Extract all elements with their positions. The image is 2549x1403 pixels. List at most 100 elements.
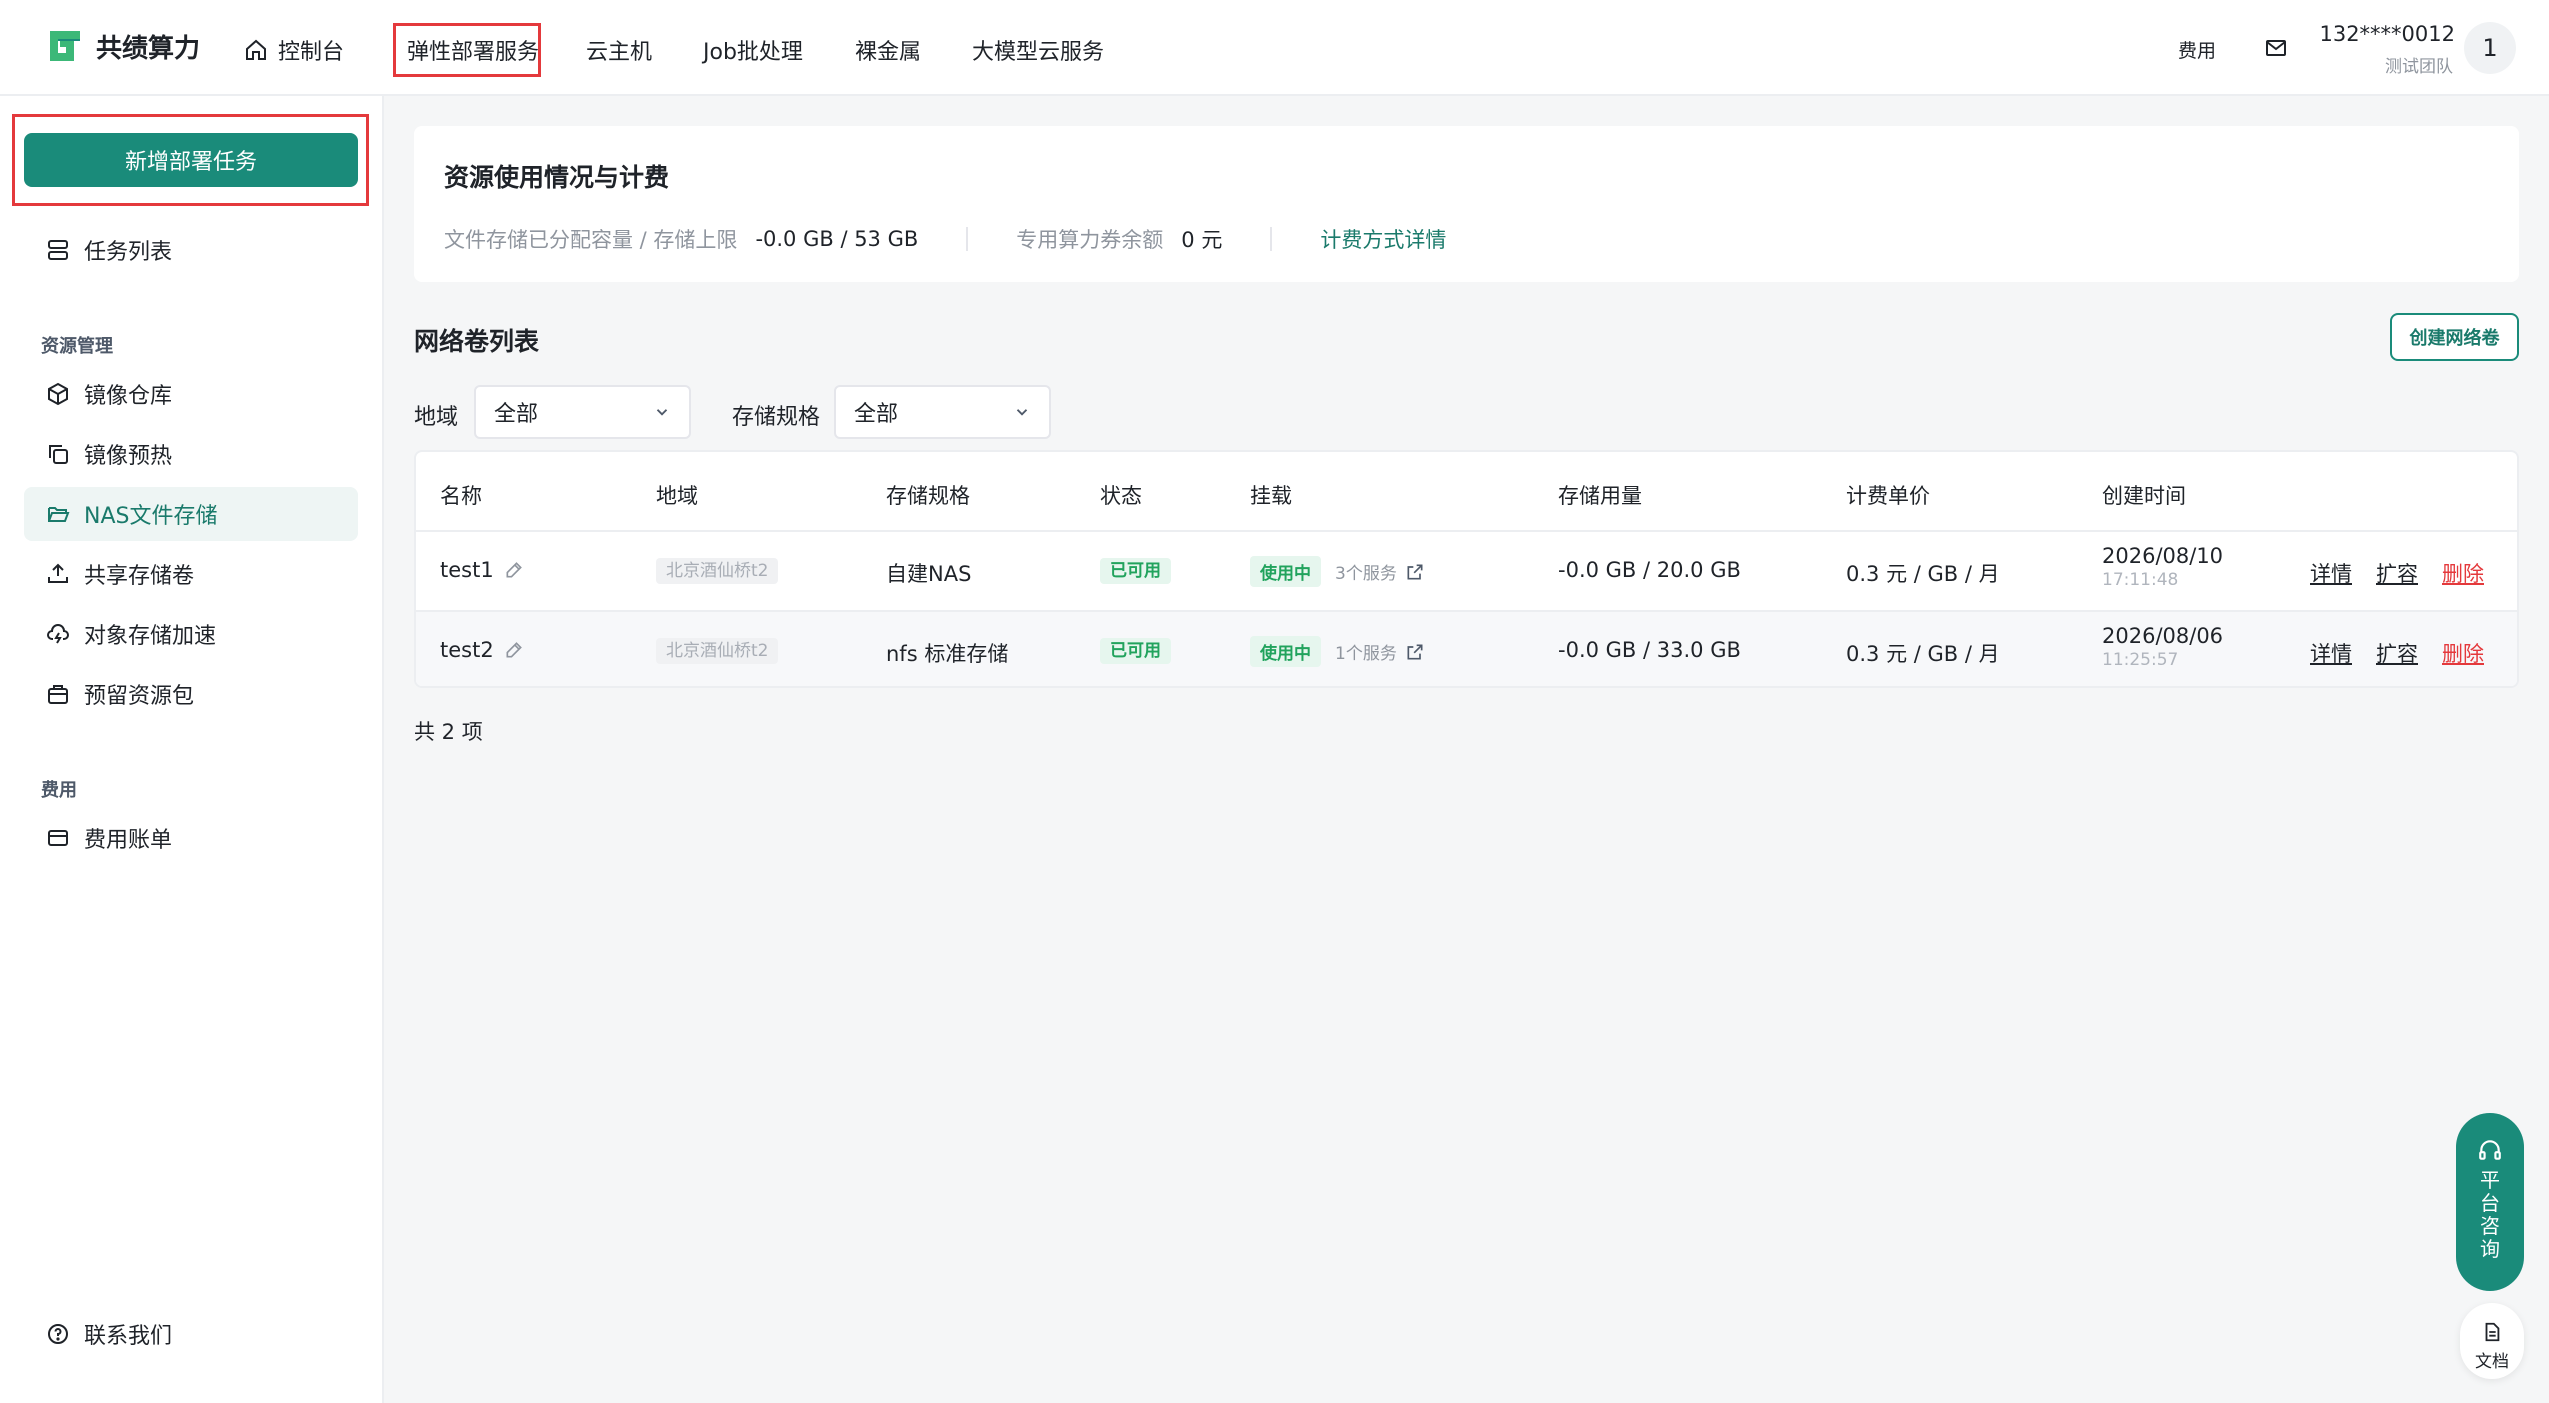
sidebar-item-nas-storage[interactable]: NAS文件存储 — [24, 487, 358, 541]
top-header: 共绩算力 控制台 弹性部署服务 云主机 Job批处理 裸金属 大模型云服务 费用… — [0, 0, 2549, 96]
sidebar-item-label: 预留资源包 — [84, 684, 195, 709]
sidebar-item-reserved-package[interactable]: 预留资源包 — [24, 667, 358, 721]
table-header: 名称 地域 存储规格 状态 挂载 存储用量 计费单价 创建时间 — [416, 452, 2517, 532]
create-volume-button[interactable]: 创建网络卷 — [2390, 313, 2519, 361]
docs-label: 文档 — [2475, 1352, 2509, 1372]
mount-status-badge: 使用中 — [1250, 556, 1321, 587]
volume-name-cell: test1 — [440, 558, 524, 582]
delete-link[interactable]: 删除 — [2442, 558, 2484, 588]
chevron-down-icon — [1016, 409, 1028, 416]
home-icon — [246, 39, 266, 60]
sidebar-item-object-storage-accel[interactable]: 对象存储加速 — [24, 607, 358, 661]
sidebar-item-label: 费用账单 — [84, 828, 173, 853]
cube-icon — [48, 382, 68, 406]
user-team: 测试团队 — [2385, 57, 2453, 77]
voucher-label: 专用算力券余额 — [1016, 228, 1164, 252]
mount-services[interactable]: 3个服务 — [1335, 559, 1397, 584]
col-name: 名称 — [440, 484, 482, 508]
nav-console[interactable]: 控制台 — [244, 34, 344, 66]
col-created: 创建时间 — [2102, 484, 2186, 508]
sidebar: 新增部署任务 任务列表 资源管理 镜像仓库 镜像预热 NAS文件存储 共享存储卷 — [0, 96, 384, 1403]
billing-detail-link[interactable]: 计费方式详情 — [1320, 224, 1446, 254]
docs-button[interactable]: 文档 — [2460, 1303, 2524, 1379]
nav-llm-cloud[interactable]: 大模型云服务 — [972, 34, 1104, 66]
sidebar-item-billing[interactable]: 费用账单 — [24, 811, 358, 865]
edit-pencil-icon[interactable] — [504, 640, 524, 660]
expand-link[interactable]: 扩容 — [2376, 558, 2418, 588]
mount-status-badge: 使用中 — [1250, 636, 1321, 667]
document-icon — [2485, 1322, 2500, 1342]
sidebar-item-task-list[interactable]: 任务列表 — [24, 223, 358, 277]
region-filter-value: 全部 — [494, 402, 539, 427]
usage-cell: -0.0 GB / 33.0 GB — [1558, 638, 1741, 662]
edit-pencil-icon[interactable] — [504, 560, 524, 580]
headset-icon — [2479, 1140, 2501, 1160]
region-tag: 北京酒仙桥t2 — [656, 558, 779, 584]
copy-icon — [49, 445, 68, 464]
sidebar-item-image-preheat[interactable]: 镜像预热 — [24, 427, 358, 481]
spec-cell: 自建NAS — [886, 562, 972, 586]
avatar[interactable]: 1 — [2464, 22, 2516, 74]
spec-filter-label: 存储规格 — [732, 405, 821, 430]
help-circle-icon — [48, 1324, 68, 1344]
new-deploy-task-button[interactable]: 新增部署任务 — [24, 133, 358, 187]
sidebar-section-resource: 资源管理 — [41, 336, 113, 357]
col-mount: 挂载 — [1250, 484, 1292, 508]
platform-consult-button[interactable]: 平台咨询 — [2456, 1113, 2524, 1291]
sidebar-item-label: 镜像预热 — [84, 444, 173, 469]
status-badge: 已可用 — [1100, 638, 1171, 664]
resource-usage-card: 资源使用情况与计费 文件存储已分配容量 / 存储上限 -0.0 GB / 53 … — [414, 126, 2519, 282]
region-filter-select[interactable]: 全部 — [474, 385, 691, 439]
expand-link[interactable]: 扩容 — [2376, 638, 2418, 668]
folder-open-icon — [48, 507, 70, 522]
sidebar-item-label: NAS文件存储 — [84, 504, 218, 529]
nav-bare-metal[interactable]: 裸金属 — [855, 34, 921, 66]
created-time: 17:11:48 — [2102, 570, 2179, 590]
region-cell: 北京酒仙桥t2 — [656, 556, 779, 584]
detail-link[interactable]: 详情 — [2310, 638, 2352, 668]
mail-icon[interactable] — [2264, 36, 2288, 60]
nav-job-batch[interactable]: Job批处理 — [703, 34, 803, 66]
volume-name: test2 — [440, 638, 494, 662]
volume-name-cell: test2 — [440, 638, 524, 662]
sidebar-item-label: 镜像仓库 — [84, 384, 173, 409]
credit-card-icon — [48, 830, 68, 846]
mount-cell: 使用中 1个服务 — [1250, 636, 1425, 667]
detail-link[interactable]: 详情 — [2310, 558, 2352, 588]
created-cell: 2026/08/06 11:25:57 — [2102, 624, 2223, 670]
usage-title: 资源使用情况与计费 — [444, 163, 670, 192]
mount-services[interactable]: 1个服务 — [1335, 639, 1397, 664]
storage-label: 文件存储已分配容量 / 存储上限 — [444, 228, 738, 252]
brand-logo[interactable]: 共绩算力 — [46, 27, 200, 65]
package-icon — [48, 685, 68, 704]
col-status: 状态 — [1100, 484, 1142, 508]
price-cell: 0.3 元 / GB / 月 — [1846, 562, 2000, 586]
spec-filter-value: 全部 — [854, 402, 899, 427]
spec-filter-select[interactable]: 全部 — [834, 385, 1051, 439]
server-list-icon — [48, 240, 68, 260]
region-tag: 北京酒仙桥t2 — [656, 638, 779, 664]
chevron-down-icon — [656, 409, 668, 416]
upload-tray-icon — [48, 563, 68, 583]
volume-list-title: 网络卷列表 — [414, 327, 540, 356]
external-link-icon[interactable] — [1405, 642, 1425, 662]
delete-link[interactable]: 删除 — [2442, 638, 2484, 668]
sidebar-item-contact[interactable]: 联系我们 — [24, 1307, 358, 1361]
created-time: 11:25:57 — [2102, 650, 2179, 670]
voucher-value: 0 元 — [1181, 228, 1223, 252]
nav-elastic-deploy[interactable]: 弹性部署服务 — [407, 34, 539, 66]
col-spec: 存储规格 — [886, 484, 970, 508]
nav-cloud-host[interactable]: 云主机 — [586, 34, 652, 66]
usage-cell: -0.0 GB / 20.0 GB — [1558, 558, 1741, 582]
nav-console-label: 控制台 — [278, 40, 345, 65]
status-cell: 已可用 — [1100, 556, 1171, 584]
header-fee-link[interactable]: 费用 — [2178, 36, 2216, 63]
volume-table: 名称 地域 存储规格 状态 挂载 存储用量 计费单价 创建时间 test1 北京… — [414, 450, 2519, 688]
region-filter-label: 地域 — [414, 405, 459, 430]
user-phone[interactable]: 132****0012 — [2319, 22, 2455, 46]
status-badge: 已可用 — [1100, 558, 1171, 584]
external-link-icon[interactable] — [1405, 562, 1425, 582]
sidebar-item-image-repo[interactable]: 镜像仓库 — [24, 367, 358, 421]
sidebar-item-shared-volume[interactable]: 共享存储卷 — [24, 547, 358, 601]
price-cell: 0.3 元 / GB / 月 — [1846, 642, 2000, 666]
